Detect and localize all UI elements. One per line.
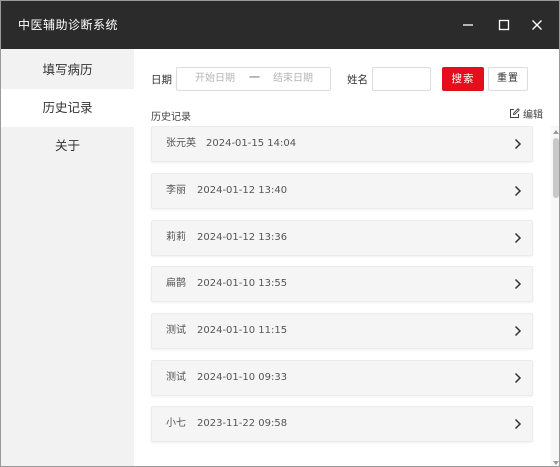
list-item[interactable]: 测试 2024-01-10 09:33: [151, 360, 533, 396]
chevron-right-icon: [514, 372, 522, 384]
scrollbar-thumb[interactable]: [553, 138, 559, 198]
name-label: 姓名: [347, 74, 368, 86]
reset-button[interactable]: 重置: [488, 67, 528, 91]
sidebar-item-label: 关于: [54, 138, 80, 153]
list-item[interactable]: 小七 2023-11-22 09:58: [151, 406, 533, 442]
scroll-down-button[interactable]: [551, 458, 559, 466]
record-time: 2024-01-12 13:40: [197, 185, 288, 196]
sidebar-item-label: 历史记录: [42, 100, 93, 115]
list-item[interactable]: 扁鹊 2024-01-10 13:55: [151, 266, 533, 302]
sidebar: 填写病历 历史记录 关于: [1, 49, 134, 466]
edit-button[interactable]: 编辑: [509, 106, 543, 121]
list-item[interactable]: 李丽 2024-01-12 13:40: [151, 173, 533, 209]
minimize-button[interactable]: [452, 1, 484, 49]
maximize-icon: [498, 19, 510, 31]
sidebar-item-history[interactable]: 历史记录: [1, 89, 134, 127]
close-button[interactable]: [521, 1, 553, 49]
date-range-separator: 一: [249, 71, 260, 84]
caret-up-icon: [553, 130, 559, 134]
list-item[interactable]: 张元英 2024-01-15 14:04: [151, 126, 533, 162]
record-time: 2024-01-10 11:15: [197, 325, 288, 336]
chevron-right-icon: [514, 418, 522, 430]
record-name: 测试: [166, 325, 186, 336]
maximize-button[interactable]: [488, 1, 520, 49]
date-end-placeholder[interactable]: 结束日期: [273, 68, 313, 90]
chevron-right-icon: [514, 138, 522, 150]
record-name: 莉莉: [166, 232, 186, 243]
record-time: 2024-01-10 13:55: [197, 278, 288, 289]
chevron-right-icon: [514, 185, 522, 197]
record-name: 扁鹊: [166, 278, 186, 289]
title-bar: 中医辅助诊断系统: [1, 1, 559, 49]
chevron-right-icon: [514, 232, 522, 244]
record-time: 2023-11-22 09:58: [197, 418, 288, 429]
date-start-placeholder[interactable]: 开始日期: [195, 68, 235, 90]
app-title: 中医辅助诊断系统: [18, 18, 119, 32]
sidebar-item-label: 填写病历: [42, 62, 93, 77]
name-input[interactable]: [372, 67, 431, 91]
list-item[interactable]: 莉莉 2024-01-12 13:36: [151, 220, 533, 256]
app-window: 中医辅助诊断系统 填写病历 历史记录 关于 日期 开始日期 一 结束日期 姓名: [0, 0, 560, 467]
chevron-right-icon: [514, 325, 522, 337]
record-time: 2024-01-10 09:33: [197, 372, 288, 383]
close-icon: [532, 20, 542, 30]
history-section-title: 历史记录: [151, 112, 191, 123]
record-name: 小七: [166, 418, 186, 429]
minimize-icon: [463, 24, 473, 26]
edit-label: 编辑: [523, 110, 543, 121]
record-name: 张元英: [166, 138, 196, 149]
list-item[interactable]: 测试 2024-01-10 11:15: [151, 313, 533, 349]
search-button[interactable]: 搜索: [442, 67, 484, 91]
sidebar-item-about[interactable]: 关于: [1, 127, 134, 165]
record-name: 李丽: [166, 185, 186, 196]
history-list: 张元英 2024-01-15 14:04 李丽 2024-01-12 13:40…: [134, 126, 551, 466]
scroll-up-button[interactable]: [551, 127, 559, 137]
record-time: 2024-01-12 13:36: [197, 232, 288, 243]
sidebar-item-fill-record[interactable]: 填写病历: [1, 51, 134, 89]
date-label: 日期: [151, 74, 172, 86]
date-range-picker[interactable]: 开始日期 一 结束日期: [176, 67, 331, 91]
chevron-right-icon: [514, 278, 522, 290]
edit-icon: [510, 108, 520, 118]
record-name: 测试: [166, 372, 186, 383]
main-panel: 日期 开始日期 一 结束日期 姓名 搜索 重置 历史记录 编辑 张元英 2024…: [134, 49, 559, 466]
caret-down-icon: [553, 461, 559, 465]
record-time: 2024-01-15 14:04: [206, 138, 297, 149]
scrollbar[interactable]: [551, 126, 559, 466]
